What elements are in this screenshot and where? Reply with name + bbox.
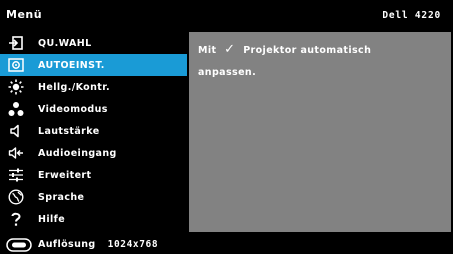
panel-line2: anpassen. xyxy=(198,67,257,78)
brightness-icon xyxy=(4,76,28,98)
content-panel: Mit ✓ Projektor automatisch anpassen. xyxy=(189,32,451,232)
audio-input-icon xyxy=(4,142,28,164)
sidebar-item-hellg-kontr[interactable]: Hellg./Kontr. xyxy=(0,76,187,98)
sidebar-item-label: Hilfe xyxy=(38,213,66,225)
sidebar-item-label: Sprache xyxy=(38,191,85,203)
sidebar-item-label: Audioeingang xyxy=(38,147,117,159)
check-icon: ✓ xyxy=(224,42,236,57)
sidebar-item-label: Lautstärke xyxy=(38,125,100,137)
menu-sidebar: QU.WAHL AUTOEINST. Hellg./Kontr. Videomo… xyxy=(0,32,189,232)
speaker-icon xyxy=(4,120,28,142)
resolution-label: Auflösung xyxy=(38,239,96,250)
sidebar-item-autoeinst[interactable]: AUTOEINST. xyxy=(0,54,187,76)
header-bar: Menü Dell 4220 xyxy=(0,0,453,28)
video-mode-icon xyxy=(4,98,28,120)
sidebar-item-label: Erweitert xyxy=(38,169,92,181)
resolution-icon xyxy=(6,237,32,252)
sidebar-item-hilfe[interactable]: Hilfe xyxy=(0,208,187,230)
sidebar-item-label: Hellg./Kontr. xyxy=(38,81,110,93)
sidebar-item-erweitert[interactable]: Erweitert xyxy=(0,164,187,186)
status-bar: Auflösung 1024x768 xyxy=(0,235,453,254)
menu-title: Menü xyxy=(6,8,43,21)
sidebar-item-label: Videomodus xyxy=(38,103,108,115)
projector-osd: Menü Dell 4220 QU.WAHL AUTOEINST. Hellg.… xyxy=(0,0,453,254)
enter-icon xyxy=(4,32,28,54)
help-icon xyxy=(4,208,28,230)
auto-adjust-icon xyxy=(4,54,28,76)
sidebar-item-qu-wahl[interactable]: QU.WAHL xyxy=(0,32,187,54)
sidebar-item-lautstaerke[interactable]: Lautstärke xyxy=(0,120,187,142)
panel-prefix: Mit xyxy=(198,45,217,56)
panel-description: Mit ✓ Projektor automatisch anpassen. xyxy=(198,39,438,84)
sidebar-item-label: QU.WAHL xyxy=(38,37,92,49)
resolution-value: 1024x768 xyxy=(107,239,159,250)
sidebar-item-videomodus[interactable]: Videomodus xyxy=(0,98,187,120)
sliders-icon xyxy=(4,164,28,186)
sidebar-item-label: AUTOEINST. xyxy=(38,59,105,71)
language-icon xyxy=(4,186,28,208)
sidebar-item-audioeingang[interactable]: Audioeingang xyxy=(0,142,187,164)
sidebar-item-sprache[interactable]: Sprache xyxy=(0,186,187,208)
model-name: Dell 4220 xyxy=(382,10,441,21)
panel-line1: Projektor automatisch xyxy=(243,45,372,56)
